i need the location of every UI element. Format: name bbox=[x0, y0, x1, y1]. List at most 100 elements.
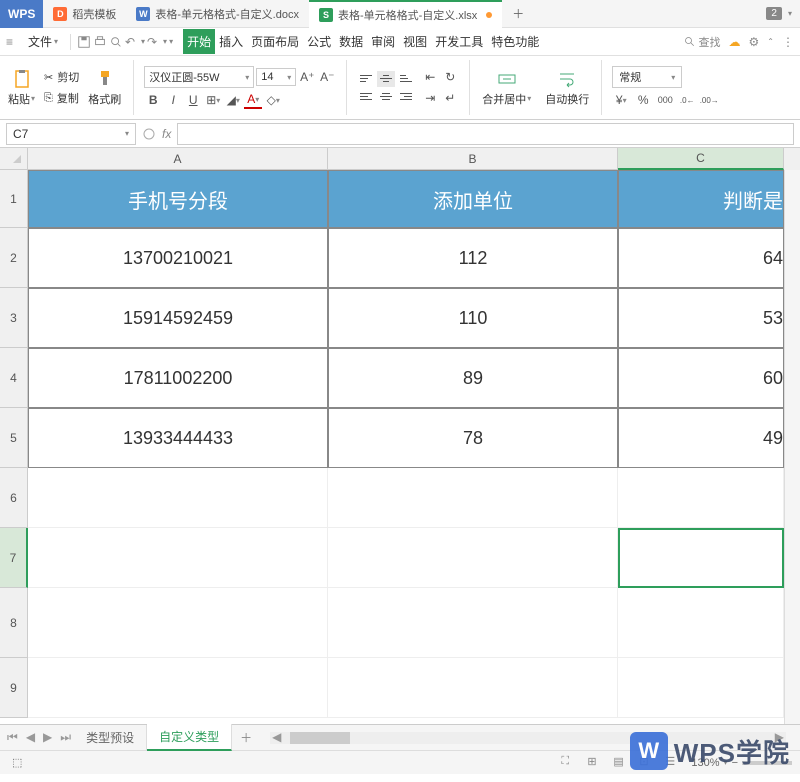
cell[interactable] bbox=[618, 588, 784, 658]
align-right-button[interactable] bbox=[397, 89, 415, 105]
bold-button[interactable]: B bbox=[144, 91, 162, 109]
page-layout-icon[interactable]: ▤ bbox=[613, 755, 629, 771]
align-middle-button[interactable] bbox=[377, 71, 395, 87]
decrease-font-button[interactable]: A⁻ bbox=[318, 68, 336, 86]
ribbon-tab-special[interactable]: 特色功能 bbox=[487, 29, 543, 54]
normal-view-icon[interactable]: ⊞ bbox=[587, 755, 603, 771]
qat-preview-icon[interactable] bbox=[109, 35, 123, 49]
ribbon-tab-insert[interactable]: 插入 bbox=[215, 29, 247, 54]
name-box[interactable]: C7▾ bbox=[6, 123, 136, 145]
sheet-nav-prev[interactable]: ◀ bbox=[23, 728, 38, 747]
cancel-icon[interactable] bbox=[142, 127, 156, 141]
increase-font-button[interactable]: A⁺ bbox=[298, 68, 316, 86]
more-icon[interactable]: ⋮ bbox=[782, 35, 794, 49]
cell[interactable]: 判断是 bbox=[618, 170, 784, 228]
fullscreen-icon[interactable]: ⛶ bbox=[561, 755, 577, 771]
grid[interactable]: 手机号分段 添加单位 判断是 13700210021 112 64 159145… bbox=[28, 170, 800, 724]
sheet-nav-next[interactable]: ▶ bbox=[40, 728, 55, 747]
tab-template[interactable]: D 稻壳模板 bbox=[43, 0, 126, 28]
hamburger-icon[interactable]: ≡ bbox=[6, 35, 20, 49]
cell[interactable]: 53 bbox=[618, 288, 784, 348]
row-header[interactable]: 8 bbox=[0, 588, 28, 658]
fill-color-button[interactable]: ◢▾ bbox=[224, 91, 242, 109]
record-macro-icon[interactable]: ⬚ bbox=[12, 756, 22, 769]
cell[interactable] bbox=[618, 528, 784, 588]
paste-button[interactable]: 粘贴▾ bbox=[6, 67, 37, 109]
italic-button[interactable]: I bbox=[164, 91, 182, 109]
cell[interactable]: 110 bbox=[328, 288, 618, 348]
cell[interactable]: 64 bbox=[618, 228, 784, 288]
undo-dropdown-icon[interactable]: ▾ bbox=[141, 37, 145, 46]
row-header[interactable]: 7 bbox=[0, 528, 28, 588]
currency-button[interactable]: ¥▾ bbox=[612, 91, 630, 109]
increase-indent-button[interactable]: ⇥ bbox=[421, 89, 439, 107]
cell[interactable] bbox=[618, 658, 784, 718]
scrollbar-thumb[interactable] bbox=[290, 732, 350, 744]
cell[interactable] bbox=[328, 658, 618, 718]
align-left-button[interactable] bbox=[357, 89, 375, 105]
cell[interactable]: 60 bbox=[618, 348, 784, 408]
cell[interactable]: 13933444433 bbox=[28, 408, 328, 468]
copy-button[interactable]: ⎘复制 bbox=[43, 89, 80, 107]
fx-icon[interactable]: fx bbox=[162, 127, 171, 141]
file-menu[interactable]: 文件▾ bbox=[22, 31, 64, 52]
cell[interactable] bbox=[28, 468, 328, 528]
cell[interactable]: 手机号分段 bbox=[28, 170, 328, 228]
cell[interactable]: 49 bbox=[618, 408, 784, 468]
cell[interactable] bbox=[28, 658, 328, 718]
row-header[interactable]: 3 bbox=[0, 288, 28, 348]
cloud-icon[interactable]: ☁ bbox=[729, 35, 741, 49]
search-box[interactable]: 查找 bbox=[684, 34, 721, 50]
formula-input[interactable] bbox=[177, 123, 794, 145]
orientation-button[interactable]: ↻ bbox=[441, 68, 459, 86]
sheet-tab-custom[interactable]: 自定义类型 bbox=[147, 724, 232, 751]
ribbon-tab-formulas[interactable]: 公式 bbox=[303, 29, 335, 54]
cell[interactable] bbox=[618, 468, 784, 528]
share-icon[interactable]: ⚙ bbox=[749, 35, 760, 49]
cell[interactable] bbox=[328, 528, 618, 588]
clear-format-button[interactable]: ◇▾ bbox=[264, 91, 282, 109]
ribbon-tab-page-layout[interactable]: 页面布局 bbox=[247, 29, 303, 54]
increase-decimal-button[interactable]: .00→ bbox=[700, 91, 718, 109]
comma-button[interactable]: 000 bbox=[656, 91, 674, 109]
cell[interactable] bbox=[28, 528, 328, 588]
number-format-select[interactable]: 常规▾ bbox=[612, 66, 682, 88]
ribbon-tab-home[interactable]: 开始 bbox=[183, 29, 215, 54]
col-header-c[interactable]: C bbox=[618, 148, 784, 170]
align-bottom-button[interactable] bbox=[397, 71, 415, 87]
qat-customize-icon[interactable]: ▾ bbox=[169, 37, 173, 46]
add-sheet-button[interactable]: ＋ bbox=[232, 725, 260, 750]
font-size-select[interactable]: 14▾ bbox=[256, 68, 296, 86]
wrap-inline-button[interactable]: ↵ bbox=[441, 89, 459, 107]
redo-dropdown-icon[interactable]: ▾ bbox=[163, 37, 167, 46]
cell[interactable]: 13700210021 bbox=[28, 228, 328, 288]
row-header[interactable]: 1 bbox=[0, 170, 28, 228]
chevron-down-icon[interactable]: ▾ bbox=[788, 9, 792, 18]
sheet-tab-preset[interactable]: 类型预设 bbox=[74, 725, 147, 750]
row-header[interactable]: 4 bbox=[0, 348, 28, 408]
cell[interactable] bbox=[328, 588, 618, 658]
cell[interactable]: 17811002200 bbox=[28, 348, 328, 408]
font-color-button[interactable]: A▾ bbox=[244, 91, 262, 109]
format-painter-button[interactable]: 格式刷 bbox=[86, 67, 123, 109]
ribbon-tab-data[interactable]: 数据 bbox=[335, 29, 367, 54]
row-header[interactable]: 2 bbox=[0, 228, 28, 288]
cell[interactable]: 112 bbox=[328, 228, 618, 288]
ribbon-tab-devtools[interactable]: 开发工具 bbox=[431, 29, 487, 54]
align-center-button[interactable] bbox=[377, 89, 395, 105]
qat-undo-icon[interactable]: ↶ bbox=[125, 35, 139, 49]
cell[interactable] bbox=[28, 588, 328, 658]
cell[interactable]: 15914592459 bbox=[28, 288, 328, 348]
select-all-corner[interactable] bbox=[0, 148, 28, 170]
decrease-indent-button[interactable]: ⇤ bbox=[421, 68, 439, 86]
sheet-nav-last[interactable]: ⏭ bbox=[57, 728, 74, 747]
percent-button[interactable]: % bbox=[634, 91, 652, 109]
collapse-ribbon-icon[interactable]: ⌃ bbox=[767, 37, 774, 46]
wrap-text-button[interactable]: 自动换行 bbox=[543, 67, 591, 109]
row-header[interactable]: 6 bbox=[0, 468, 28, 528]
row-header[interactable]: 9 bbox=[0, 658, 28, 718]
cell[interactable] bbox=[328, 468, 618, 528]
qat-save-icon[interactable] bbox=[77, 35, 91, 49]
tab-docx[interactable]: W 表格-单元格格式-自定义.docx bbox=[126, 0, 309, 28]
ribbon-tab-view[interactable]: 视图 bbox=[399, 29, 431, 54]
